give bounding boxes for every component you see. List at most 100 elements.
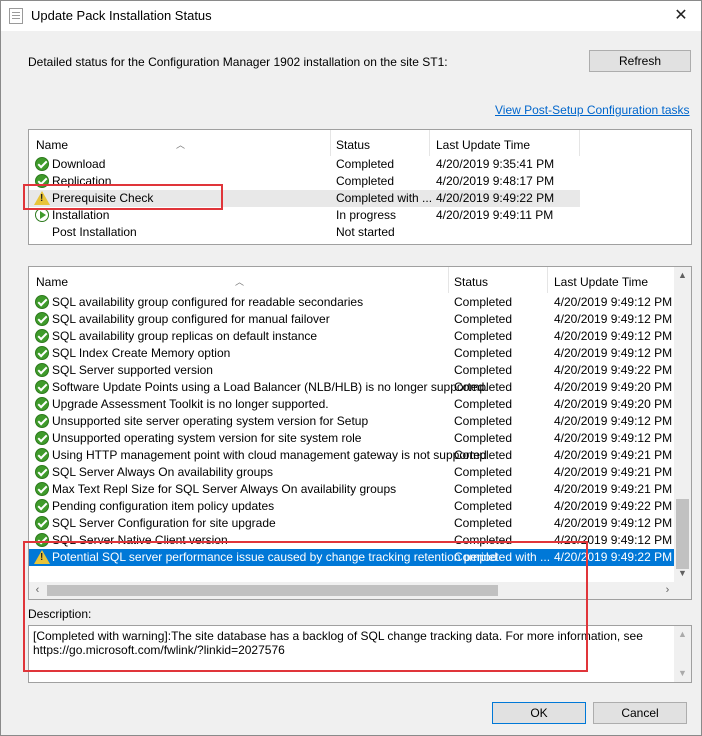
check-icon [35,499,49,513]
cell-time: 4/20/2019 9:49:12 PM [554,346,673,360]
cell-status: Completed [454,482,513,496]
check-row[interactable]: Software Update Points using a Load Bala… [29,379,676,396]
cell-status: Completed [454,346,513,360]
detail-label: Detailed status for the Configuration Ma… [28,55,448,69]
column-header-status[interactable]: Status [454,275,488,289]
column-header-last-update[interactable]: Last Update Time [436,138,530,152]
window-title: Update Pack Installation Status [31,8,212,23]
check-row[interactable]: Max Text Repl Size for SQL Server Always… [29,481,676,498]
scroll-up-icon[interactable]: ▲ [674,626,691,643]
check-row[interactable]: SQL availability group configured for ma… [29,311,676,328]
column-header-last-update[interactable]: Last Update Time [554,275,648,289]
cell-name: Unsupported operating system version for… [52,431,362,445]
cell-time: 4/20/2019 9:35:41 PM [436,157,555,171]
post-setup-config-link[interactable]: View Post-Setup Configuration tasks [495,103,690,117]
check-row[interactable]: Upgrade Assessment Toolkit is no longer … [29,396,676,413]
column-header-name[interactable]: Name [36,275,68,289]
cell-name: Upgrade Assessment Toolkit is no longer … [52,397,329,411]
cell-status: Completed [454,295,513,309]
stage-row[interactable]: Post Installation Not started [29,224,580,241]
refresh-button[interactable]: Refresh [589,50,691,72]
cell-status: Completed [454,431,513,445]
cell-status: Completed [454,329,513,343]
check-row[interactable]: Unsupported site server operating system… [29,413,676,430]
cell-time: 4/20/2019 9:49:22 PM [436,191,555,205]
cell-name: Download [52,157,106,171]
cell-name: Post Installation [52,225,137,239]
cell-name: Pending configuration item policy update… [52,499,275,513]
check-icon [35,380,49,394]
cell-name: SQL availability group configured for ma… [52,312,330,326]
check-row[interactable]: Using HTTP management point with cloud m… [29,447,676,464]
column-header-name[interactable]: Name [36,138,68,152]
cell-status: Completed [336,174,395,188]
cell-status: Completed [454,380,513,394]
vertical-scrollbar[interactable]: ▲ ▼ [674,267,691,582]
check-icon [35,465,49,479]
check-icon [35,448,49,462]
scrollbar-thumb[interactable] [676,499,689,569]
check-icon [35,414,49,428]
check-row[interactable]: SQL availability group replicas on defau… [29,328,676,345]
check-icon [35,482,49,496]
cell-name: SQL Index Create Memory option [52,346,231,360]
cell-name: SQL availability group replicas on defau… [52,329,318,343]
check-icon [35,431,49,445]
check-row[interactable]: SQL Server supported version Completed 4/2… [29,362,676,379]
close-icon[interactable]: ✕ [669,4,693,28]
cell-time: 4/20/2019 9:49:12 PM [554,414,673,428]
check-row[interactable]: SQL Server Always On availability groups… [29,464,676,481]
check-row[interactable]: SQL Server Configuration for site upgrad… [29,515,676,532]
cell-time: 4/20/2019 9:48:17 PM [436,174,555,188]
scrollbar-corner [674,582,691,599]
check-icon [35,157,49,171]
scroll-down-icon[interactable]: ▼ [674,565,691,582]
description-scrollbar[interactable]: ▲ ▼ [674,626,691,682]
cell-time: 4/20/2019 9:49:22 PM [554,499,673,513]
cell-status: Completed [454,499,513,513]
cell-time: 4/20/2019 9:49:12 PM [554,516,673,530]
cell-time: 4/20/2019 9:49:12 PM [554,329,673,343]
cell-time: 4/20/2019 9:49:21 PM [554,482,673,496]
cell-time: 4/20/2019 9:49:12 PM [554,295,673,309]
cell-name: Software Update Points using a Load Bala… [52,380,488,394]
cell-time: 4/20/2019 9:49:22 PM [554,363,673,377]
cell-name: SQL Server Configuration for site upgrad… [52,516,276,530]
cell-time: 4/20/2019 9:49:12 PM [554,431,673,445]
annotation-box-prerequisite-check [23,184,223,210]
cell-name: Max Text Repl Size for SQL Server Always… [52,482,397,496]
cell-name: SQL Server supported version [52,363,213,377]
scroll-down-icon[interactable]: ▼ [674,665,691,682]
annotation-box-warning-detail [23,541,588,672]
stage-row[interactable]: Download Completed 4/20/2019 9:35:41 PM [29,156,580,173]
column-header-status[interactable]: Status [336,138,370,152]
cell-status: Not started [336,225,395,239]
window-app-icon [9,8,23,24]
cell-name: Installation [52,208,110,222]
sort-ascending-icon: ︿ [176,140,186,150]
cell-status: Completed [454,414,513,428]
check-row[interactable]: Pending configuration item policy update… [29,498,676,515]
check-icon [35,363,49,377]
scroll-up-icon[interactable]: ▲ [674,267,691,284]
check-icon [35,295,49,309]
cell-time: 4/20/2019 9:49:11 PM [436,208,554,222]
cell-status: Completed [454,312,513,326]
cell-status: In progress [336,208,397,222]
check-row[interactable]: SQL availability group configured for re… [29,294,676,311]
cell-name: SQL Server Always On availability groups [52,465,273,479]
check-icon [35,329,49,343]
title-bar: Update Pack Installation Status ✕ [1,1,701,31]
cell-status: Completed [454,465,513,479]
cancel-button[interactable]: Cancel [593,702,687,724]
cell-time: 4/20/2019 9:49:21 PM [554,465,673,479]
check-row[interactable]: Unsupported operating system version for… [29,430,676,447]
ok-button[interactable]: OK [492,702,586,724]
sort-ascending-icon: ︿ [235,277,245,287]
cell-time: 4/20/2019 9:49:20 PM [554,380,673,394]
update-pack-installation-status-dialog: Update Pack Installation Status ✕ Detail… [0,0,702,736]
cell-status: Completed [454,448,513,462]
check-row[interactable]: SQL Index Create Memory option Completed 4… [29,345,676,362]
cell-status: Completed [454,516,513,530]
stages-header: Name ︿ Status Last Update Time [29,130,580,156]
